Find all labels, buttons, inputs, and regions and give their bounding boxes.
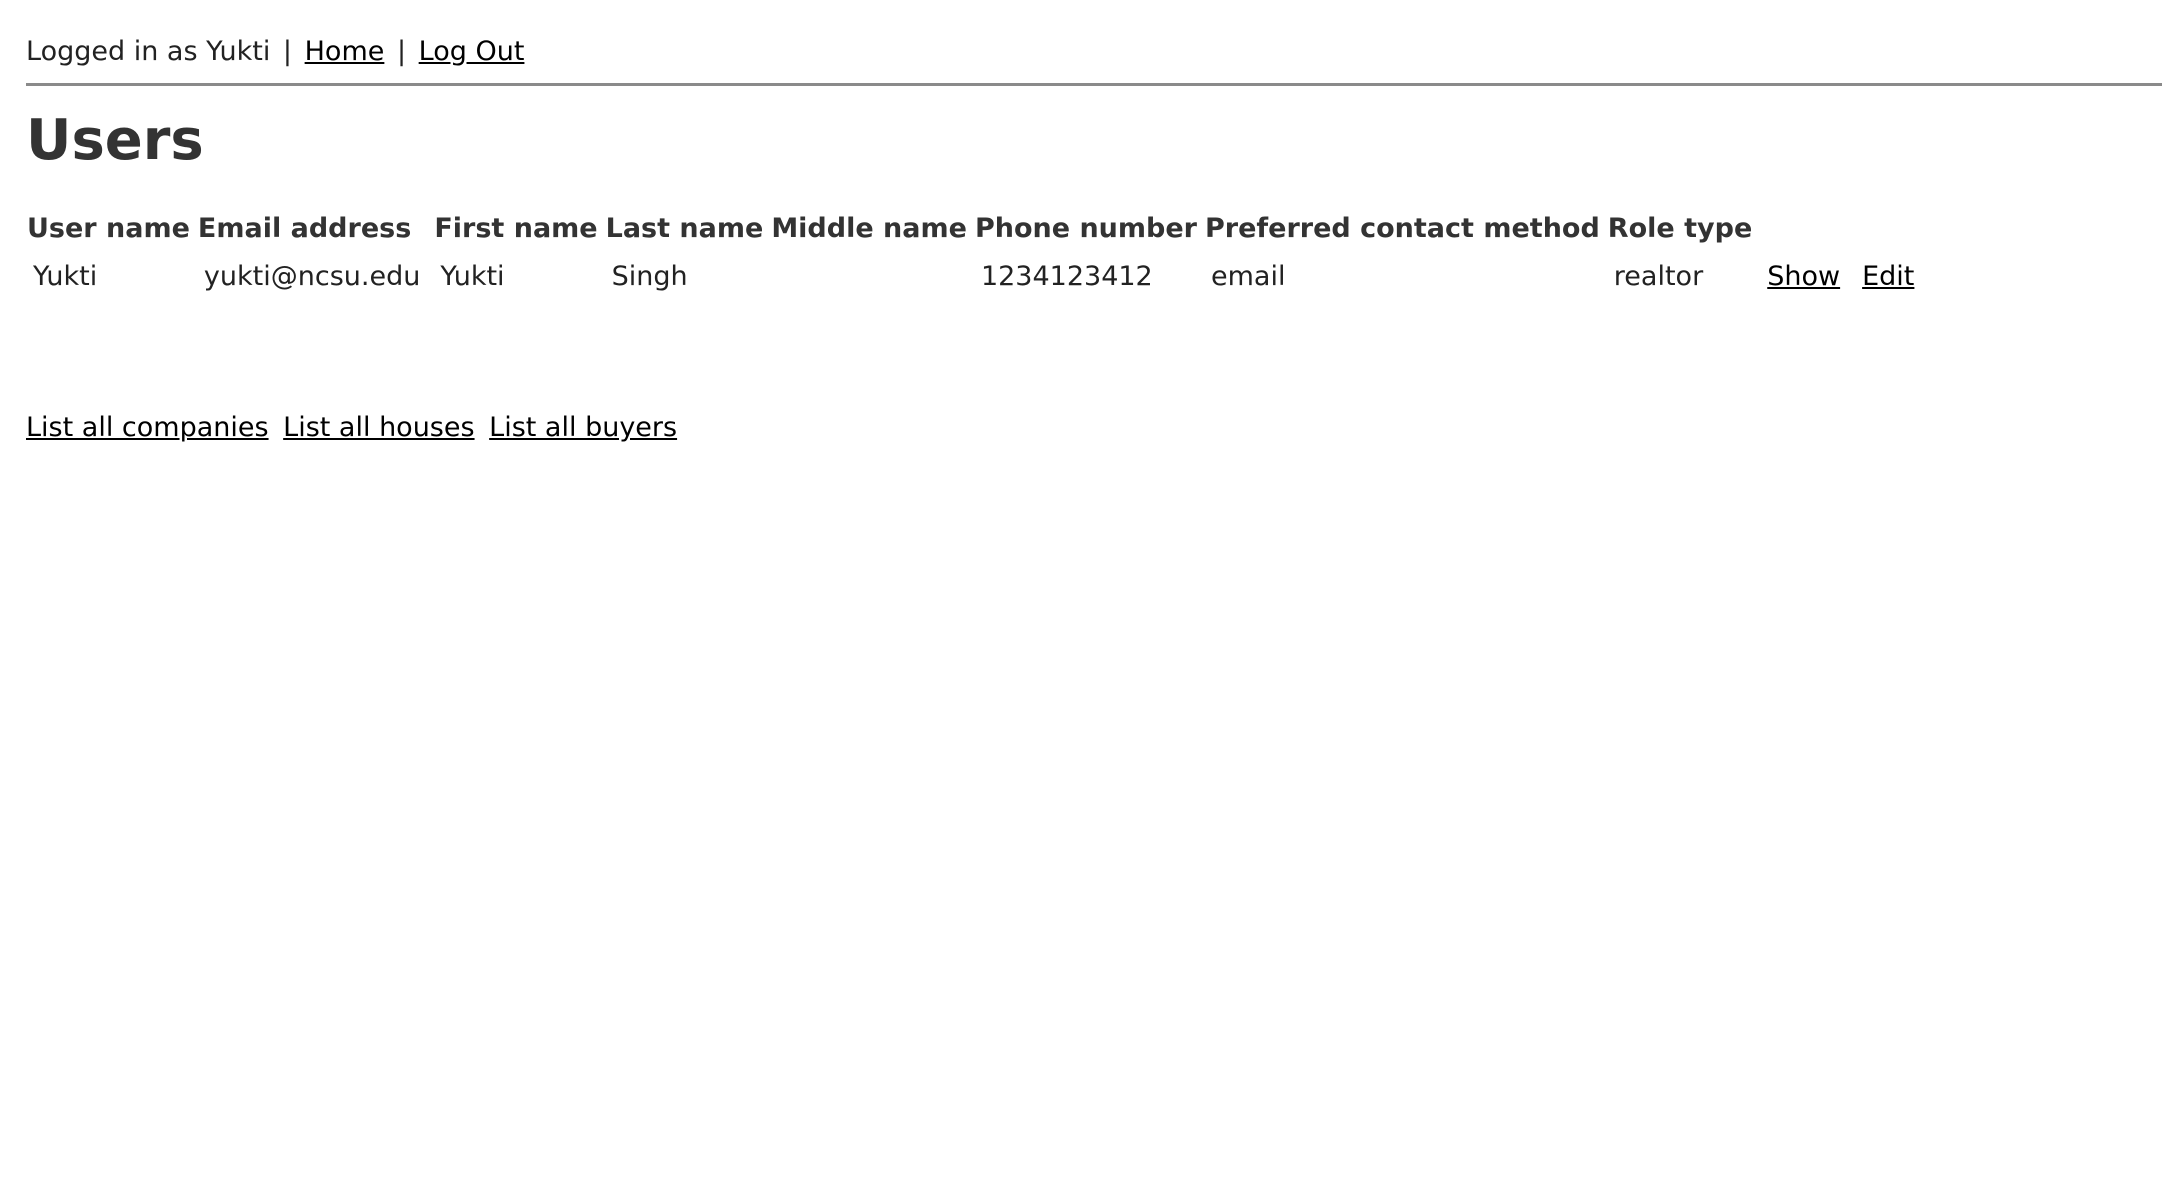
users-table: User name Email address First name Last …: [20, 198, 1928, 308]
separator: |: [396, 36, 407, 67]
column-header-user-name: User name: [27, 213, 190, 244]
cell-role-type: realtor: [1613, 261, 1704, 292]
cell-middle-name: [770, 260, 968, 294]
column-header-contact-method: Preferred contact method: [1204, 213, 1600, 244]
column-header-actions-edit: [1854, 212, 1922, 246]
footer-navigation: List all companies List all houses List …: [26, 410, 683, 446]
list-companies-link[interactable]: List all companies: [26, 412, 269, 443]
cell-user-name: Yukti: [33, 261, 98, 292]
cell-last-name: Singh: [611, 261, 688, 292]
show-user-link[interactable]: Show: [1767, 261, 1840, 292]
column-header-first-name: First name: [434, 213, 598, 244]
list-houses-link[interactable]: List all houses: [283, 412, 474, 443]
page-title: Users: [26, 108, 204, 173]
logged-in-text: Logged in as Yukti: [26, 36, 271, 67]
list-buyers-link[interactable]: List all buyers: [489, 412, 677, 443]
edit-user-link[interactable]: Edit: [1862, 261, 1914, 292]
logout-link[interactable]: Log Out: [419, 36, 525, 67]
column-header-role-type: Role type: [1607, 213, 1753, 244]
cell-phone: 1234123412: [980, 261, 1153, 292]
table-header-row: User name Email address First name Last …: [26, 212, 1922, 246]
cell-show: Show: [1759, 260, 1848, 294]
cell-contact-method: email: [1210, 261, 1286, 292]
user-status-bar: Logged in as Yukti | Home | Log Out: [26, 34, 524, 70]
column-header-last-name: Last name: [605, 213, 764, 244]
home-link[interactable]: Home: [305, 36, 385, 67]
column-header-email: Email address: [197, 213, 412, 244]
separator: |: [282, 36, 293, 67]
column-header-phone: Phone number: [974, 213, 1197, 244]
cell-edit: Edit: [1854, 260, 1922, 294]
cell-first-name: Yukti: [440, 261, 505, 292]
column-header-middle-name: Middle name: [771, 213, 967, 244]
header-divider: [26, 83, 2162, 86]
cell-email: yukti@ncsu.edu: [203, 261, 421, 292]
table-row: Yukti yukti@ncsu.edu Yukti Singh 1234123…: [26, 260, 1922, 294]
column-header-actions-show: [1759, 212, 1848, 246]
